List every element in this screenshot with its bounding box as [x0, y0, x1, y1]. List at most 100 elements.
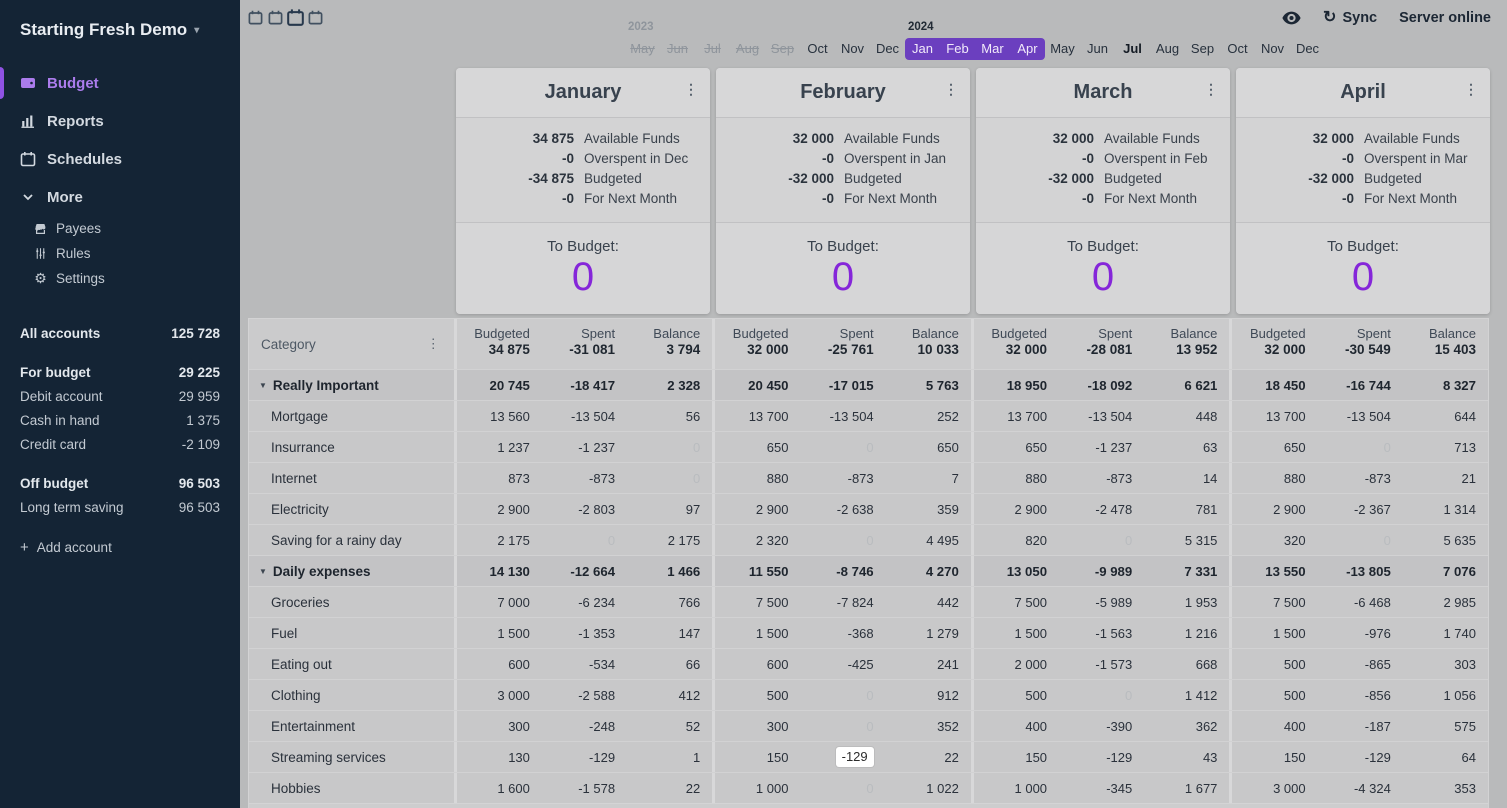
budgeted-cell[interactable]: 1 500 — [1232, 626, 1317, 641]
budgeted-cell[interactable]: 3 000 — [457, 688, 542, 703]
timeline-month-jun-13[interactable]: Jun — [1080, 38, 1115, 60]
budgeted-cell[interactable]: 1 237 — [457, 440, 542, 455]
spent-cell[interactable]: -13 504 — [1318, 409, 1403, 424]
collapse-arrow-icon[interactable]: ▼ — [259, 381, 267, 390]
to-budget-amount[interactable]: 0 — [716, 255, 970, 300]
spent-cell[interactable]: -129 — [542, 750, 627, 765]
to-budget-amount[interactable]: 0 — [1236, 255, 1490, 300]
spent-cell[interactable]: 0 — [800, 440, 885, 455]
balance-cell[interactable]: 1 953 — [1144, 595, 1229, 610]
month-menu-icon[interactable]: ⋮ — [1464, 82, 1478, 96]
balance-cell[interactable]: 1 677 — [1144, 781, 1229, 796]
spent-cell[interactable]: 0 — [1059, 688, 1144, 703]
budgeted-cell[interactable]: 20 450 — [715, 378, 800, 393]
balance-cell[interactable]: 22 — [627, 781, 712, 796]
budgeted-cell[interactable]: 400 — [974, 719, 1059, 734]
balance-cell[interactable]: 1 466 — [627, 564, 712, 579]
month-menu-icon[interactable]: ⋮ — [1204, 82, 1218, 96]
spent-cell[interactable]: 0 — [800, 719, 885, 734]
spent-cell[interactable]: 0 — [800, 688, 885, 703]
privacy-toggle-button[interactable] — [1282, 11, 1301, 25]
budgeted-cell[interactable]: 880 — [1232, 471, 1317, 486]
spent-cell[interactable]: -865 — [1318, 657, 1403, 672]
category-name-cell[interactable]: Hobbies — [249, 781, 454, 796]
balance-cell[interactable]: 22 — [886, 750, 971, 765]
budgeted-cell[interactable]: 2 900 — [457, 502, 542, 517]
to-budget-amount[interactable]: 0 — [456, 255, 710, 300]
balance-cell[interactable]: 7 — [886, 471, 971, 486]
balance-cell[interactable]: 303 — [1403, 657, 1488, 672]
account-row-debit-account[interactable]: Debit account 29 959 — [20, 384, 220, 408]
spent-cell[interactable]: -4 324 — [1318, 781, 1403, 796]
spent-cell[interactable]: 0 — [800, 781, 885, 796]
timeline-month-feb-9[interactable]: Feb — [940, 38, 975, 60]
spent-cell[interactable]: -1 353 — [542, 626, 627, 641]
spent-cell[interactable]: -129 — [1059, 750, 1144, 765]
timeline-month-jul-14[interactable]: Jul — [1115, 38, 1150, 60]
budgeted-cell[interactable]: 650 — [974, 440, 1059, 455]
category-name-cell[interactable]: Internet — [249, 471, 454, 486]
balance-cell[interactable]: 147 — [627, 626, 712, 641]
spent-cell[interactable]: -13 504 — [542, 409, 627, 424]
balance-cell[interactable]: 14 — [1144, 471, 1229, 486]
account-row-cash-in-hand[interactable]: Cash in hand 1 375 — [20, 408, 220, 432]
sidebar-item-budget[interactable]: Budget — [0, 64, 240, 102]
account-row-credit-card[interactable]: Credit card -2 109 — [20, 432, 220, 456]
balance-cell[interactable]: 766 — [627, 595, 712, 610]
budgeted-cell[interactable]: 500 — [974, 688, 1059, 703]
timeline-month-aug-3[interactable]: Aug — [730, 38, 765, 60]
category-name-cell[interactable]: Streaming services — [249, 750, 454, 765]
budgeted-cell[interactable]: 500 — [1232, 688, 1317, 703]
spent-cell[interactable]: -13 805 — [1318, 564, 1403, 579]
budgeted-cell[interactable]: 650 — [715, 440, 800, 455]
spent-cell[interactable]: -248 — [542, 719, 627, 734]
balance-cell[interactable]: 6 621 — [1144, 378, 1229, 393]
month-count-button-1[interactable] — [248, 10, 263, 25]
spent-cell[interactable]: -873 — [1318, 471, 1403, 486]
budgeted-cell[interactable]: 2 900 — [974, 502, 1059, 517]
budgeted-cell[interactable]: 320 — [1232, 533, 1317, 548]
budgeted-cell[interactable]: 11 550 — [715, 564, 800, 579]
spent-cell[interactable]: -345 — [1059, 781, 1144, 796]
balance-cell[interactable]: 362 — [1144, 719, 1229, 734]
balance-cell[interactable]: 0 — [627, 471, 712, 486]
budgeted-cell[interactable]: 13 550 — [1232, 564, 1317, 579]
balance-cell[interactable]: 781 — [1144, 502, 1229, 517]
timeline-month-sep-16[interactable]: Sep — [1185, 38, 1220, 60]
budgeted-cell[interactable]: 600 — [457, 657, 542, 672]
balance-cell[interactable]: 66 — [627, 657, 712, 672]
month-count-button-2[interactable] — [268, 10, 283, 25]
balance-cell[interactable]: 7 331 — [1144, 564, 1229, 579]
category-name-cell[interactable]: Eating out — [249, 657, 454, 672]
balance-cell[interactable]: 1 412 — [1144, 688, 1229, 703]
month-menu-icon[interactable]: ⋮ — [684, 82, 698, 96]
spent-cell[interactable]: -2 803 — [542, 502, 627, 517]
balance-cell[interactable]: 359 — [886, 502, 971, 517]
category-name-cell[interactable]: ▼Daily expenses — [249, 564, 454, 579]
balance-cell[interactable]: 1 314 — [1403, 502, 1488, 517]
timeline-month-may-12[interactable]: May — [1045, 38, 1080, 60]
sidebar-item-payees[interactable]: Payees — [0, 216, 240, 241]
balance-cell[interactable]: 1 — [627, 750, 712, 765]
budgeted-cell[interactable]: 14 130 — [457, 564, 542, 579]
balance-cell[interactable]: 353 — [1403, 781, 1488, 796]
budgeted-cell[interactable]: 2 900 — [1232, 502, 1317, 517]
sidebar-item-settings[interactable]: ⚙ Settings — [0, 266, 240, 291]
balance-cell[interactable]: 52 — [627, 719, 712, 734]
budgeted-cell[interactable]: 20 745 — [457, 378, 542, 393]
budgeted-cell[interactable]: 1 000 — [715, 781, 800, 796]
budgeted-cell[interactable]: 300 — [715, 719, 800, 734]
spent-cell[interactable]: -7 824 — [800, 595, 885, 610]
spent-cell[interactable]: -976 — [1318, 626, 1403, 641]
balance-cell[interactable]: 442 — [886, 595, 971, 610]
category-name-cell[interactable]: Groceries — [249, 595, 454, 610]
spent-cell[interactable]: -6 234 — [542, 595, 627, 610]
balance-cell[interactable]: 352 — [886, 719, 971, 734]
balance-cell[interactable]: 4 270 — [886, 564, 971, 579]
budgeted-cell[interactable]: 150 — [1232, 750, 1317, 765]
balance-cell[interactable]: 412 — [627, 688, 712, 703]
balance-cell[interactable]: 4 495 — [886, 533, 971, 548]
spent-cell[interactable]: -1 573 — [1059, 657, 1144, 672]
timeline-month-dec-7[interactable]: Dec — [870, 38, 905, 60]
balance-cell[interactable]: 64 — [1403, 750, 1488, 765]
